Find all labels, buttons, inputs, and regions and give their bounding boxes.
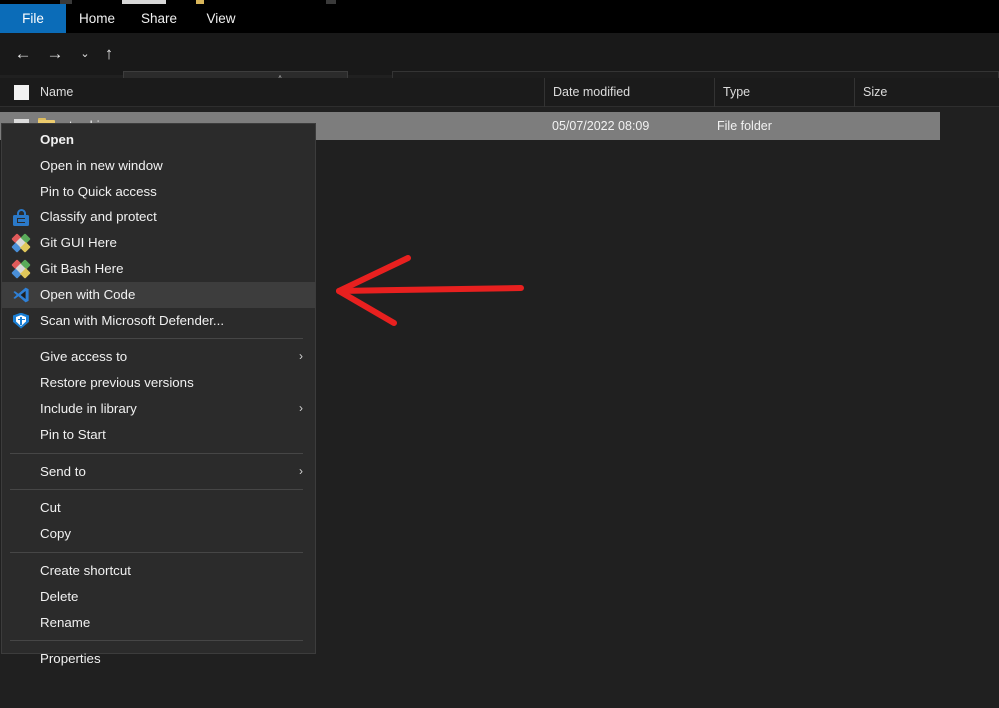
forward-arrow-icon[interactable]: → (42, 41, 68, 67)
tab-file[interactable]: File (0, 4, 66, 33)
menu-item-open-with-code[interactable]: Open with Code (2, 281, 315, 308)
menu-separator (10, 489, 303, 491)
menu-item-cut[interactable]: Cut (2, 495, 315, 521)
menu-item-rename[interactable]: Rename (2, 610, 315, 636)
menu-item-git-bash-here[interactable]: Git Bash Here (2, 256, 315, 282)
column-header-row: Name Date modified Type Size (0, 78, 999, 107)
menu-item-classify-and-protect[interactable]: Classify and protect (2, 204, 315, 230)
menu-item-create-shortcut[interactable]: Create shortcut (2, 558, 315, 584)
menu-item-label: Restore previous versions (40, 375, 194, 391)
column-header-date-modified[interactable]: Date modified (544, 78, 714, 107)
cell-type: File folder (717, 119, 772, 133)
up-arrow-icon[interactable]: ↑ (96, 41, 122, 67)
git-icon (11, 233, 31, 253)
menu-item-pin-to-start[interactable]: Pin to Start (2, 422, 315, 448)
menu-item-send-to[interactable]: Send to › (2, 459, 315, 485)
menu-item-label: Pin to Quick access (40, 183, 157, 199)
menu-item-label: Delete (40, 588, 79, 604)
menu-item-properties[interactable]: Properties (2, 646, 315, 672)
menu-item-label: Cut (40, 500, 61, 516)
menu-item-label: Copy (40, 526, 72, 542)
column-header-name[interactable]: Name (0, 78, 544, 107)
menu-item-label: Classify and protect (40, 209, 157, 225)
context-menu: Open Open in new window Pin to Quick acces… (1, 123, 316, 666)
menu-item-label: Git Bash Here (40, 260, 124, 276)
submenu-chevron-right-icon: › (299, 400, 303, 415)
menu-item-delete[interactable]: Delete (2, 584, 315, 610)
column-header-size[interactable]: Size (854, 78, 999, 107)
menu-item-label: Properties (40, 651, 101, 667)
vscode-icon (12, 286, 30, 304)
recent-locations-chevron-down-icon[interactable]: ⌄ (72, 41, 98, 67)
tab-share[interactable]: Share (128, 4, 190, 33)
cell-date-modified: 05/07/2022 08:09 (552, 119, 650, 133)
menu-item-restore-previous-versions[interactable]: Restore previous versions (2, 370, 315, 396)
cell-size (857, 112, 937, 140)
menu-separator (10, 452, 303, 454)
ribbon-tab-bar: File Home Share View (0, 4, 999, 33)
menu-item-label: Pin to Start (40, 426, 106, 442)
annotation-arrow-icon (336, 255, 524, 326)
submenu-chevron-right-icon: › (299, 349, 303, 364)
menu-item-label: Create shortcut (40, 562, 131, 578)
menu-item-open-in-new-window[interactable]: Open in new window (2, 153, 315, 179)
menu-separator (10, 640, 303, 642)
menu-item-label: Git GUI Here (40, 235, 117, 251)
column-header-type[interactable]: Type (714, 78, 854, 107)
lock-icon (12, 208, 30, 227)
menu-item-label: Include in library (40, 400, 137, 416)
menu-item-label: Open (40, 132, 74, 147)
tab-view[interactable]: View (190, 4, 252, 33)
menu-item-label: Rename (40, 614, 91, 630)
menu-item-scan-with-microsoft-defender[interactable]: Scan with Microsoft Defender... (2, 308, 315, 334)
menu-separator (10, 551, 303, 553)
menu-item-label: Send to (40, 463, 86, 479)
menu-item-label: Open with Code (40, 286, 136, 302)
address-bar: ← → ⌄ ↑ Win... › power-... ⌄ ↻ (0, 33, 999, 103)
shield-icon (12, 312, 30, 330)
menu-item-label: Open in new window (40, 157, 163, 173)
back-arrow-icon[interactable]: ← (10, 41, 36, 67)
tab-home[interactable]: Home (66, 4, 128, 33)
menu-separator (10, 338, 303, 340)
menu-item-label: Give access to (40, 349, 128, 365)
menu-item-include-in-library[interactable]: Include in library › (2, 396, 315, 422)
menu-item-label: Scan with Microsoft Defender... (40, 312, 225, 328)
menu-item-open[interactable]: Open (2, 127, 315, 153)
menu-item-copy[interactable]: Copy (2, 521, 315, 547)
menu-item-give-access-to[interactable]: Give access to › (2, 344, 315, 370)
submenu-chevron-right-icon: › (299, 463, 303, 478)
menu-item-git-gui-here[interactable]: Git GUI Here (2, 230, 315, 256)
menu-item-pin-to-quick-access[interactable]: Pin to Quick access (2, 179, 315, 205)
git-icon (11, 259, 31, 279)
